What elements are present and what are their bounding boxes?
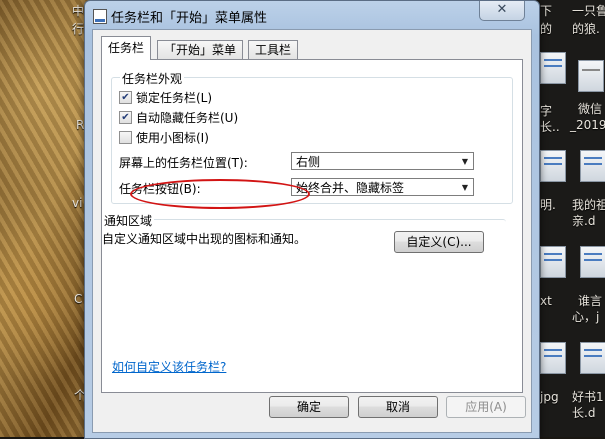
checkmark-icon: ✔ [121, 112, 130, 123]
taskbar-position-value: 右侧 [296, 155, 321, 169]
desktop-label[interactable]: 行 [72, 22, 84, 36]
image-file-icon[interactable] [578, 60, 604, 92]
autohide-taskbar-label: 自动隐藏任务栏(U) [136, 111, 239, 125]
cancel-button[interactable]: 取消 [358, 396, 438, 418]
document-icon[interactable] [540, 150, 566, 182]
desktop-label[interactable]: jpg [540, 390, 559, 404]
desktop-label[interactable]: 的 [540, 22, 552, 36]
desktop-label[interactable]: 谁言 [578, 294, 602, 308]
small-icons-checkbox[interactable] [119, 131, 132, 144]
document-icon[interactable] [540, 342, 566, 374]
small-icons-label: 使用小图标(I) [136, 131, 209, 145]
taskbar-buttons-value: 始终合并、隐藏标签 [296, 181, 405, 195]
word-document-icon[interactable] [580, 342, 605, 374]
desktop-label[interactable]: 中 [72, 4, 84, 18]
notification-group-label: 通知区域 [102, 212, 155, 229]
apply-button[interactable]: 应用(A) [446, 396, 526, 418]
customize-notifications-button[interactable]: 自定义(C)... [394, 231, 484, 253]
notification-group: 通知区域 自定义通知区域中出现的图标和通知。 自定义(C)... [102, 212, 506, 291]
taskbar-tab-panel: 任务栏外观 ✔ 锁定任务栏(L) ✔ 自动隐藏任务栏(U) 使用小图标(I) 屏… [101, 59, 523, 393]
document-icon[interactable] [540, 246, 566, 278]
desktop-label[interactable]: 心，j [572, 310, 599, 324]
close-icon: ✕ [496, 2, 508, 17]
word-document-icon[interactable] [580, 150, 605, 182]
desktop-label[interactable]: _2019 [570, 118, 605, 132]
ok-button[interactable]: 确定 [269, 396, 349, 418]
document-icon[interactable] [540, 52, 566, 84]
dialog-client-area: 任务栏 「开始」菜单 工具栏 任务栏外观 ✔ 锁定任务栏(L) ✔ 自动隐藏任务… [92, 29, 532, 433]
small-icons-option[interactable]: 使用小图标(I) [119, 129, 209, 146]
desktop-label[interactable]: 长.. [540, 120, 560, 134]
lock-taskbar-label: 锁定任务栏(L) [136, 91, 213, 105]
taskbar-position-dropdown[interactable]: 右侧 ▼ [291, 152, 474, 170]
chevron-down-icon: ▼ [461, 183, 468, 192]
desktop-label[interactable]: 的狼. [572, 22, 600, 36]
properties-icon [93, 9, 107, 24]
desktop-label[interactable]: 字 [540, 104, 552, 118]
taskbar-buttons-dropdown[interactable]: 始终合并、隐藏标签 ▼ [291, 178, 474, 196]
dialog-title: 任务栏和「开始」菜单属性 [111, 11, 268, 26]
desktop-label[interactable]: 好书1 [572, 390, 604, 404]
desktop-label[interactable]: 一只鲁 [572, 4, 605, 18]
taskbar-properties-dialog: 任务栏和「开始」菜单属性 ✕ 任务栏 「开始」菜单 工具栏 任务栏外观 ✔ 锁定… [84, 0, 540, 439]
title-bar[interactable]: 任务栏和「开始」菜单属性 ✕ [85, 1, 539, 29]
tab-start-menu[interactable]: 「开始」菜单 [157, 40, 244, 59]
tab-taskbar[interactable]: 任务栏 [101, 36, 152, 60]
lock-taskbar-checkbox[interactable]: ✔ [119, 91, 132, 104]
desktop-label[interactable]: 下 [540, 4, 552, 18]
desktop-label[interactable]: vi [72, 196, 82, 210]
appearance-group-label: 任务栏外观 [120, 70, 185, 87]
close-button[interactable]: ✕ [479, 1, 525, 21]
notification-description: 自定义通知区域中出现的图标和通知。 [102, 232, 307, 246]
desktop-label[interactable]: 亲.d [572, 214, 595, 228]
word-document-icon[interactable] [580, 246, 605, 278]
desktop-label[interactable]: xt [540, 294, 552, 308]
desktop-label[interactable]: 我的祖 [572, 198, 605, 212]
autohide-taskbar-option[interactable]: ✔ 自动隐藏任务栏(U) [119, 109, 238, 126]
lock-taskbar-option[interactable]: ✔ 锁定任务栏(L) [119, 89, 212, 106]
checkmark-icon: ✔ [121, 92, 130, 103]
desktop-label[interactable]: 微信 [578, 102, 602, 116]
chevron-down-icon: ▼ [461, 157, 468, 166]
desktop-label[interactable]: 长.d [572, 406, 595, 420]
tab-toolbars[interactable]: 工具栏 [248, 40, 299, 59]
autohide-taskbar-checkbox[interactable]: ✔ [119, 111, 132, 124]
desktop-label[interactable]: 明. [540, 198, 556, 212]
taskbar-position-label: 屏幕上的任务栏位置(T): [119, 156, 248, 170]
annotation-ellipse [130, 179, 310, 209]
desktop-label[interactable]: C [74, 292, 82, 306]
help-link[interactable]: 如何自定义该任务栏? [112, 358, 226, 375]
